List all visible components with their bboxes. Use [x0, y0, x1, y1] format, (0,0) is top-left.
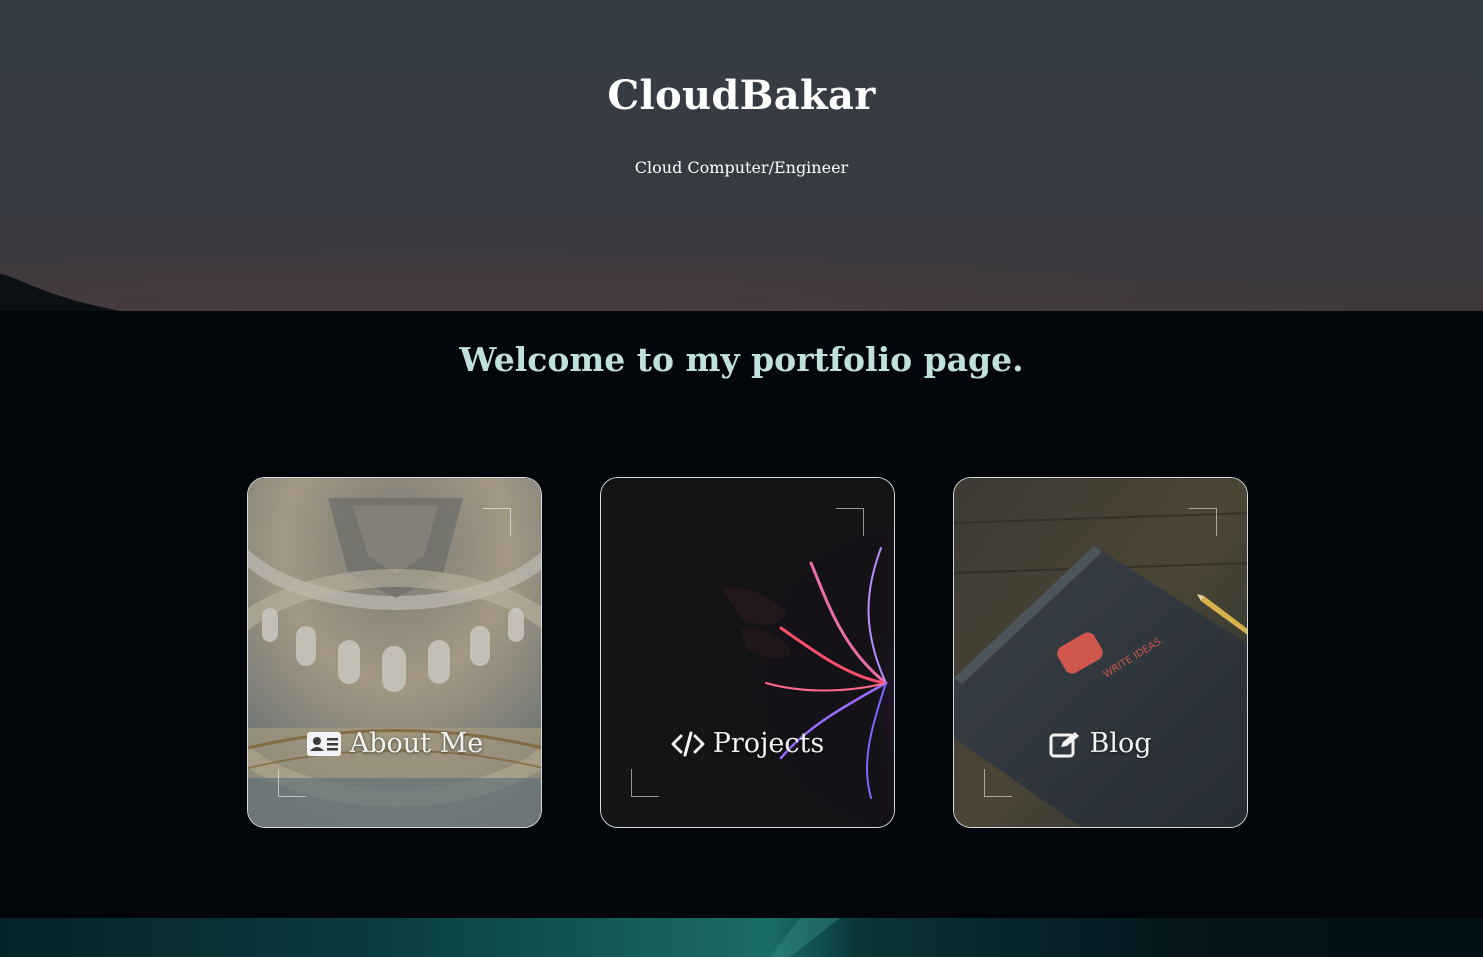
corner-frame-bottom-left [631, 769, 659, 797]
blog-card[interactable]: WRITE IDEAS. Blog [953, 477, 1248, 828]
site-title: CloudBakar [607, 72, 876, 119]
edit-icon [1049, 731, 1080, 757]
code-icon [671, 731, 705, 756]
corner-frame-top-right [1189, 508, 1217, 536]
corner-frame-bottom-left [278, 769, 306, 797]
projects-label-row: Projects [601, 728, 894, 759]
about-me-label: About Me [349, 728, 484, 759]
site-subtitle: Cloud Computer/Engineer [634, 158, 849, 177]
blog-label: Blog [1089, 728, 1152, 759]
about-me-card[interactable]: About Me [247, 477, 542, 828]
blog-label-row: Blog [954, 728, 1247, 759]
id-card-icon [306, 731, 341, 756]
about-me-label-row: About Me [248, 728, 541, 759]
footer-light-beam [770, 918, 840, 957]
corner-frame-bottom-left [984, 769, 1012, 797]
projects-label: Projects [712, 728, 825, 759]
welcome-heading: Welcome to my portfolio page. [459, 340, 1024, 379]
hill-silhouette [0, 274, 120, 311]
corner-frame-top-right [836, 508, 864, 536]
footer-strip [0, 918, 1483, 957]
hero-banner: CloudBakar Cloud Computer/Engineer [0, 0, 1483, 311]
projects-card[interactable]: Projects [600, 477, 895, 828]
corner-frame-top-right [483, 508, 511, 536]
